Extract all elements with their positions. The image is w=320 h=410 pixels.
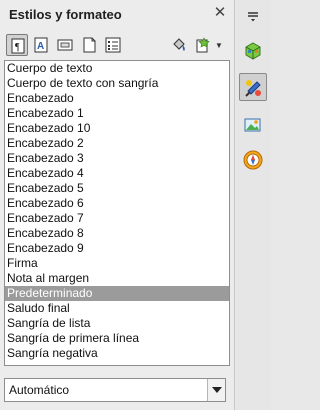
- list-styles-button[interactable]: [102, 34, 124, 56]
- list-item[interactable]: Sangría negativa: [5, 346, 229, 361]
- list-item[interactable]: Predeterminado: [5, 286, 229, 301]
- svg-text:¶: ¶: [15, 42, 20, 53]
- list-item[interactable]: Nota al margen: [5, 271, 229, 286]
- style-filter-select[interactable]: Automático: [4, 378, 226, 402]
- page-styles-icon: [83, 37, 96, 53]
- fill-format-mode-icon: [173, 38, 185, 51]
- paragraph-styles-button[interactable]: ¶: [6, 34, 28, 56]
- new-style-icon: [196, 37, 210, 53]
- styles-list[interactable]: Cuerpo de texto Cuerpo de texto con sangr…: [4, 60, 230, 366]
- sidebar-menu-button[interactable]: [246, 8, 262, 24]
- frame-styles-button[interactable]: [54, 34, 76, 56]
- panel-title: Estilos y formateo: [9, 7, 122, 22]
- list-item[interactable]: Encabezado 5: [5, 181, 229, 196]
- style-filter-dropdown-button[interactable]: [207, 379, 225, 401]
- styles-icon: [245, 80, 261, 97]
- list-item[interactable]: Encabezado 10: [5, 121, 229, 136]
- list-item[interactable]: Cuerpo de texto: [5, 61, 229, 76]
- list-item[interactable]: Encabezado 9: [5, 241, 229, 256]
- sidebar-tab-navigator[interactable]: [239, 146, 267, 174]
- svg-text:A: A: [37, 41, 44, 52]
- list-item[interactable]: Encabezado: [5, 91, 229, 106]
- frame-styles-icon: [57, 39, 73, 51]
- page-styles-button[interactable]: [78, 34, 100, 56]
- style-filter-value: Automático: [9, 383, 70, 397]
- sidebar-tab-styles[interactable]: [239, 73, 267, 101]
- list-item[interactable]: Sangría de primera línea: [5, 331, 229, 346]
- chevron-down-icon[interactable]: ▼: [215, 41, 223, 50]
- sidebar-tabbar: [236, 0, 271, 410]
- list-item[interactable]: Encabezado 4: [5, 166, 229, 181]
- sidebar-tab-properties[interactable]: [239, 37, 267, 65]
- new-style-button[interactable]: [192, 34, 214, 56]
- close-icon[interactable]: ✕: [211, 4, 229, 22]
- list-item[interactable]: Saludo final: [5, 301, 229, 316]
- list-item[interactable]: Sangría de lista: [5, 316, 229, 331]
- character-styles-button[interactable]: A: [30, 34, 52, 56]
- list-item[interactable]: Encabezado 2: [5, 136, 229, 151]
- properties-icon: [245, 42, 261, 60]
- list-item[interactable]: Encabezado 1: [5, 106, 229, 121]
- sidebar-tab-gallery[interactable]: [239, 111, 267, 139]
- list-item[interactable]: Cuerpo de texto con sangría: [5, 76, 229, 91]
- panel-titlebar: Estilos y formateo ✕: [0, 0, 235, 30]
- chevron-down-icon: [212, 387, 222, 393]
- paragraph-styles-icon: ¶: [11, 38, 25, 54]
- fill-format-mode-button[interactable]: [168, 34, 190, 56]
- character-styles-icon: A: [34, 37, 48, 53]
- list-styles-icon: [105, 37, 121, 53]
- list-item[interactable]: Encabezado 7: [5, 211, 229, 226]
- list-item[interactable]: Firma: [5, 256, 229, 271]
- gallery-icon: [244, 118, 261, 132]
- list-item[interactable]: Encabezado 6: [5, 196, 229, 211]
- list-item[interactable]: Encabezado 8: [5, 226, 229, 241]
- menu-icon: [248, 12, 258, 22]
- list-item[interactable]: Encabezado 3: [5, 151, 229, 166]
- navigator-icon: [243, 150, 263, 170]
- styles-toolbar: ¶ A ▼: [4, 34, 230, 58]
- styles-panel: Estilos y formateo ✕ ¶ A ▼ Cuerpo de tex…: [0, 0, 235, 410]
